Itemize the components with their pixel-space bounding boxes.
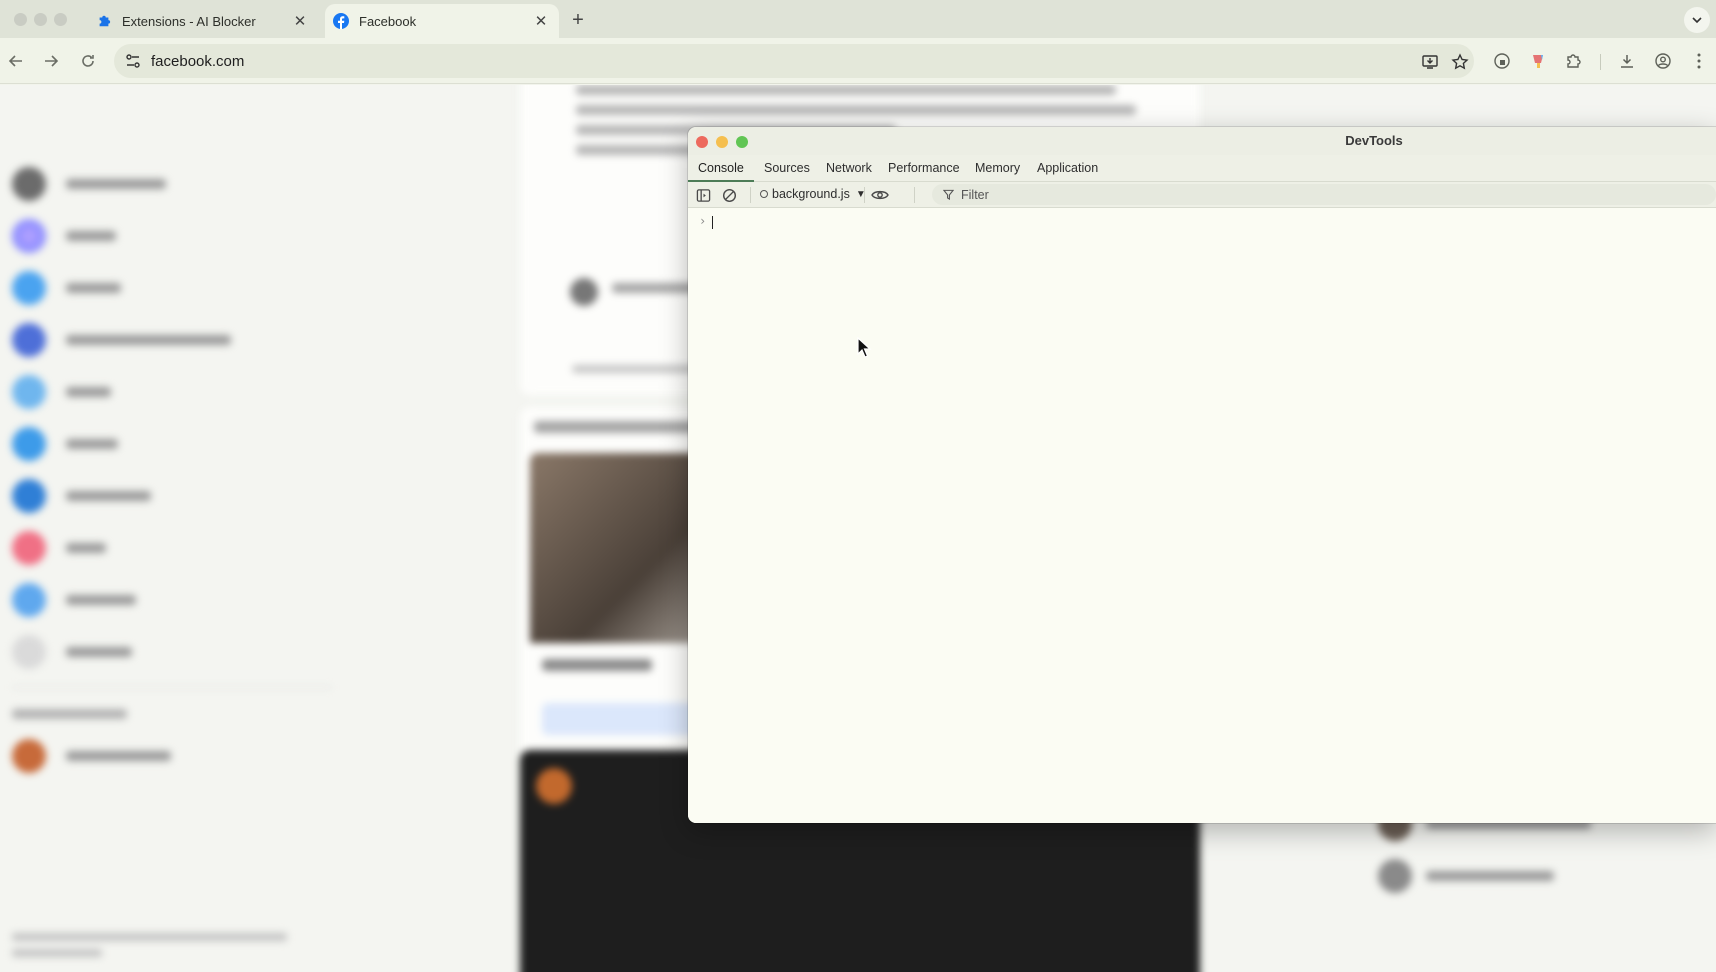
downloads-icon[interactable] [1616, 50, 1638, 72]
console-toolbar: background.js ▼ Filter [688, 182, 1716, 208]
tab-facebook[interactable]: Facebook ✕ [325, 4, 559, 38]
context-selector[interactable]: background.js ▼ [760, 187, 866, 201]
puzzle-icon [96, 13, 112, 29]
extensions-puzzle-icon[interactable] [1563, 50, 1585, 72]
console-prompt-chevron-icon: › [699, 214, 707, 228]
tab-application[interactable]: Application [1027, 155, 1108, 182]
install-app-icon[interactable] [1420, 52, 1440, 72]
sidebar-item[interactable] [12, 635, 132, 669]
window-close-button[interactable] [14, 13, 27, 26]
live-expression-eye-icon[interactable] [871, 186, 889, 204]
context-dot-icon [760, 190, 768, 198]
sidebar-item[interactable] [12, 531, 106, 565]
devtools-panel-tabs: Console Sources Network Performance Memo… [688, 155, 1716, 182]
sidebar-item[interactable] [12, 271, 121, 305]
forward-button[interactable] [39, 49, 63, 73]
chevron-down-icon [1692, 17, 1702, 24]
address-bar[interactable]: facebook.com [114, 44, 1474, 78]
filter-placeholder: Filter [961, 187, 989, 202]
tab-label: Facebook [359, 13, 417, 29]
sidebar-item[interactable] [12, 167, 166, 201]
facebook-icon [333, 13, 349, 29]
devtools-window: DevTools Console Sources Network Perform… [688, 127, 1716, 823]
sidebar-item[interactable] [12, 583, 136, 617]
tab-strip: Extensions - AI Blocker ✕ Facebook ✕ + [0, 0, 1716, 38]
tab-network[interactable]: Network [816, 155, 882, 182]
tab-search-button[interactable] [1684, 7, 1710, 33]
extension-shield-icon[interactable] [1491, 50, 1513, 72]
close-icon[interactable]: ✕ [531, 11, 551, 31]
toolbar-divider [1600, 54, 1601, 70]
mouse-cursor-icon [857, 337, 872, 358]
browser-toolbar: facebook.com [0, 38, 1716, 84]
toolbar-divider [750, 187, 751, 203]
address-text[interactable]: facebook.com [151, 53, 244, 70]
window-minimize-button[interactable] [34, 13, 47, 26]
extension-color-icon[interactable] [1527, 50, 1549, 72]
tab-extensions[interactable]: Extensions - AI Blocker ✕ [88, 4, 318, 38]
console-output[interactable]: › [688, 209, 1716, 823]
reload-icon [82, 55, 94, 67]
sidebar-item[interactable] [12, 427, 118, 461]
sidebar-item[interactable] [12, 375, 111, 409]
reload-button[interactable] [76, 49, 100, 73]
tab-sources[interactable]: Sources [754, 155, 820, 182]
site-info-icon[interactable] [124, 52, 142, 70]
profile-icon[interactable] [1652, 50, 1674, 72]
sidebar-item[interactable] [12, 479, 151, 513]
toolbar-divider [864, 187, 865, 203]
arrow-left-icon [8, 55, 22, 67]
tab-memory[interactable]: Memory [965, 155, 1030, 182]
tab-console[interactable]: Console [688, 155, 754, 182]
sidebar-toggle-icon[interactable] [694, 186, 712, 204]
context-label: background.js [772, 187, 850, 201]
console-input-caret[interactable] [712, 216, 713, 229]
tab-label: Extensions - AI Blocker [122, 13, 256, 29]
bookmark-star-icon[interactable] [1450, 52, 1470, 72]
kebab-menu-icon[interactable] [1688, 50, 1710, 72]
sidebar-item[interactable] [12, 219, 116, 253]
back-button[interactable] [4, 49, 28, 73]
filter-funnel-icon [941, 188, 955, 202]
new-tab-button[interactable]: + [566, 9, 590, 33]
filter-input[interactable]: Filter [932, 184, 1716, 205]
devtools-title: DevTools [1345, 133, 1403, 148]
arrow-right-icon [45, 55, 59, 67]
close-icon[interactable]: ✕ [290, 11, 310, 31]
sidebar-item[interactable] [12, 323, 231, 357]
tab-performance[interactable]: Performance [878, 155, 970, 182]
devtools-title-bar[interactable]: DevTools [688, 127, 1716, 155]
clear-console-icon[interactable] [720, 186, 738, 204]
sidebar-item[interactable] [12, 739, 171, 773]
facebook-left-sidebar [0, 85, 340, 972]
toolbar-divider [914, 187, 915, 203]
window-zoom-button[interactable] [54, 13, 67, 26]
